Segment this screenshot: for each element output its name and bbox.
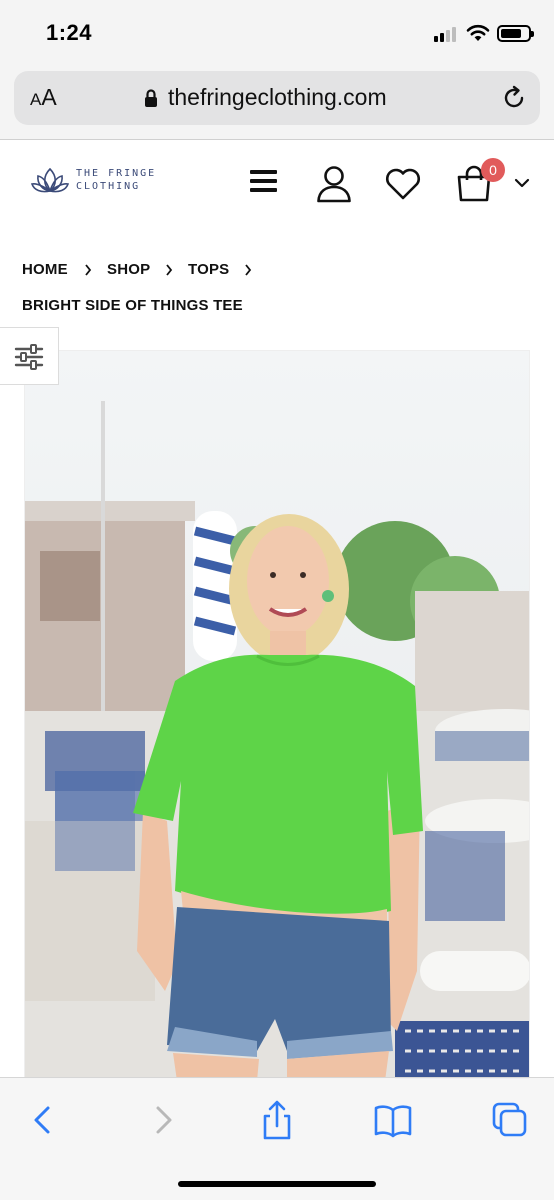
battery-icon — [497, 25, 534, 42]
site-header: THE FRINGE CLOTHING 0 — [0, 141, 554, 229]
lotus-logo-icon[interactable] — [30, 163, 70, 197]
screen: 1:24 AA thefringeclothing.com THE FRINGE… — [0, 0, 554, 1200]
cart-count-badge: 0 — [481, 158, 505, 182]
status-bar: 1:24 — [0, 0, 554, 64]
wifi-icon — [466, 24, 490, 41]
product-image[interactable] — [24, 350, 530, 1080]
forward-icon[interactable] — [142, 1100, 182, 1140]
hamburger-menu-icon[interactable] — [250, 170, 277, 194]
chevron-down-icon[interactable] — [514, 177, 530, 189]
breadcrumb-home[interactable]: HOME — [22, 261, 68, 278]
browser-address-area: AA thefringeclothing.com — [0, 64, 554, 140]
lock-icon — [145, 89, 157, 107]
share-icon[interactable] — [257, 1100, 297, 1140]
account-icon[interactable] — [316, 165, 352, 203]
home-indicator[interactable] — [178, 1181, 376, 1187]
reload-icon[interactable] — [500, 84, 528, 112]
status-time: 1:24 — [46, 20, 93, 45]
chevron-right-icon — [245, 264, 252, 276]
tabs-icon[interactable] — [490, 1100, 530, 1140]
chevron-right-icon — [166, 264, 173, 276]
address-bar[interactable]: AA thefringeclothing.com — [14, 71, 540, 125]
wishlist-heart-icon[interactable] — [384, 167, 422, 201]
cellular-signal-icon — [434, 26, 460, 42]
chevron-right-icon — [85, 264, 92, 276]
filter-button[interactable] — [0, 327, 59, 385]
breadcrumb-shop[interactable]: SHOP — [107, 261, 150, 278]
url-text[interactable]: thefringeclothing.com — [168, 84, 387, 111]
back-icon[interactable] — [24, 1100, 64, 1140]
sliders-icon — [14, 344, 44, 370]
bookmarks-icon[interactable] — [373, 1100, 413, 1140]
text-size-button[interactable]: AA — [30, 84, 57, 111]
breadcrumb-tops[interactable]: TOPS — [188, 261, 229, 278]
breadcrumb-current: BRIGHT SIDE OF THINGS TEE — [22, 297, 243, 314]
logo-text[interactable]: THE FRINGE CLOTHING — [76, 167, 156, 193]
